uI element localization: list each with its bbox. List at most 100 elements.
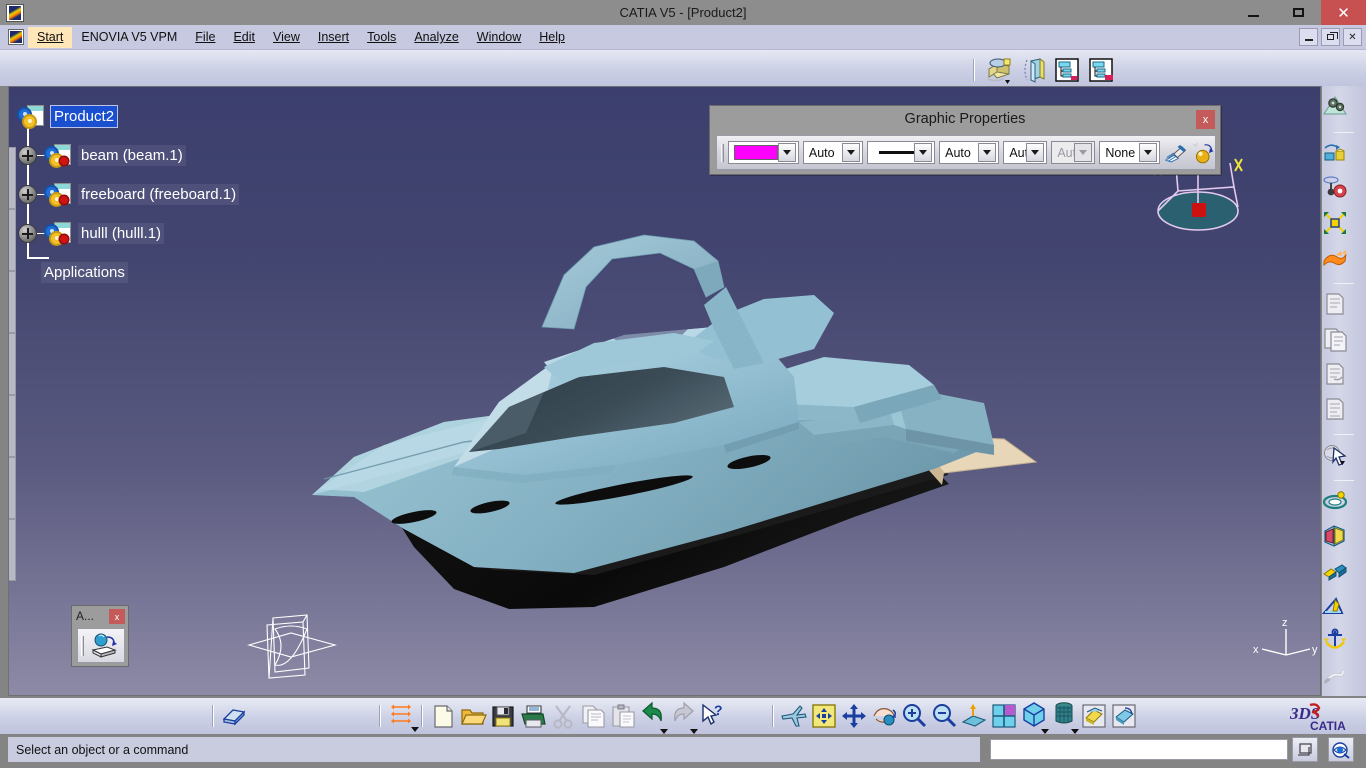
mini-toolbar-close-button[interactable]: x: [109, 609, 125, 624]
quick-info-button[interactable]: [1328, 737, 1354, 762]
existing-component-with-positioning-icon[interactable]: [1322, 326, 1348, 352]
fit-all-in-icon[interactable]: [810, 702, 838, 730]
specification-tree[interactable]: Product2 beam (beam.1) freeboard (freebo…: [19, 97, 240, 292]
pan-icon[interactable]: [840, 702, 868, 730]
window-minimize-button[interactable]: [1231, 0, 1276, 25]
offset-constraint-icon[interactable]: [1322, 558, 1348, 584]
apply-material-icon[interactable]: [1192, 141, 1215, 165]
fill-color-swatch[interactable]: [733, 145, 778, 160]
window-maximize-button[interactable]: [1276, 0, 1321, 25]
redo-icon[interactable]: [669, 700, 697, 728]
print-icon[interactable]: [519, 702, 547, 730]
copy-icon[interactable]: [579, 702, 607, 730]
wireframe-construction-geometry[interactable]: [245, 605, 340, 685]
normal-view-icon[interactable]: [960, 702, 988, 730]
document-restore-button[interactable]: [1321, 28, 1340, 46]
chevron-down-icon[interactable]: [690, 728, 698, 734]
hide-show-icon[interactable]: [1080, 702, 1108, 730]
cut-icon[interactable]: [549, 702, 577, 730]
menu-item-start[interactable]: Start: [28, 26, 73, 48]
open-icon[interactable]: [459, 702, 487, 730]
toolbar-grip[interactable]: [721, 143, 724, 162]
rendering-style-combo[interactable]: None: [1099, 141, 1161, 164]
new-icon[interactable]: [429, 702, 457, 730]
apply-material-icon[interactable]: [87, 631, 121, 661]
fill-color-dropdown-arrow[interactable]: [777, 143, 796, 162]
fit-all-in-icon[interactable]: [1322, 140, 1348, 166]
save-icon[interactable]: [489, 702, 517, 730]
zoom-out-icon[interactable]: [930, 702, 958, 730]
paste-icon[interactable]: [609, 702, 637, 730]
menu-item-view[interactable]: View: [264, 27, 309, 48]
menu-item-window[interactable]: Window: [468, 27, 530, 48]
whats-this-icon[interactable]: ?: [699, 702, 727, 730]
constraints-creation-icon[interactable]: [387, 700, 415, 728]
apply-material-mini-toolbar[interactable]: A... x: [71, 605, 129, 667]
tree-node-applications[interactable]: Applications: [41, 253, 239, 292]
tree-node-freeboard[interactable]: freeboard (freeboard.1): [19, 175, 240, 214]
tree-label-freeboard[interactable]: freeboard (freeboard.1): [78, 184, 240, 205]
update-all-icon[interactable]: [1322, 94, 1348, 120]
graphic-properties-close-button[interactable]: x: [1196, 110, 1215, 129]
product-structure-tools-icon[interactable]: [984, 55, 1014, 85]
rotate-icon[interactable]: [870, 702, 898, 730]
graph-tree-reordering-icon[interactable]: [1322, 396, 1348, 422]
tree-expand-hulll-icon[interactable]: [19, 225, 36, 242]
shading-group[interactable]: [1049, 700, 1079, 734]
line-type-dropdown-arrow[interactable]: [914, 143, 933, 162]
document-minimize-button[interactable]: [1299, 28, 1318, 46]
replace-component-icon[interactable]: [1322, 361, 1348, 387]
swap-visible-space-icon[interactable]: [1110, 702, 1138, 730]
painter-brush-icon[interactable]: [1164, 141, 1187, 165]
chevron-down-icon[interactable]: [1041, 728, 1049, 734]
transparency-dropdown-arrow[interactable]: [842, 143, 861, 162]
menu-item-analyze[interactable]: Analyze: [405, 27, 467, 48]
shading-with-edges-icon[interactable]: [1050, 700, 1078, 728]
fly-mode-icon[interactable]: [780, 702, 808, 730]
line-weight-combo[interactable]: Auto: [939, 141, 1000, 164]
window-close-button[interactable]: ✕: [1321, 0, 1366, 25]
tree-label-product2[interactable]: Product2: [49, 105, 119, 128]
graphic-properties-dialog[interactable]: Graphic Properties x Auto Auto Aut Aut N…: [709, 105, 1221, 175]
power-input-button[interactable]: [1292, 737, 1318, 762]
selection-pointer-icon[interactable]: [1322, 442, 1348, 468]
isometric-view-icon[interactable]: [1020, 700, 1048, 728]
tree-label-hulll[interactable]: hulll (hulll.1): [78, 223, 165, 244]
document-close-button[interactable]: ✕: [1343, 28, 1362, 46]
point-symbol-combo[interactable]: Aut: [1003, 141, 1048, 164]
menu-item-insert[interactable]: Insert: [309, 27, 358, 48]
scene-browser-icon[interactable]: [220, 702, 248, 730]
tree-label-applications[interactable]: Applications: [41, 262, 128, 283]
tree-label-beam[interactable]: beam (beam.1): [78, 145, 186, 166]
3d-viewport[interactable]: Product2 beam (beam.1) freeboard (freebo…: [8, 86, 1321, 696]
undo-icon[interactable]: [639, 700, 667, 728]
menu-item-file[interactable]: File: [186, 27, 224, 48]
tree-node-hulll[interactable]: hulll (hulll.1): [19, 214, 239, 253]
command-input[interactable]: [990, 739, 1288, 760]
selective-load-icon[interactable]: [1086, 55, 1116, 85]
redo-group[interactable]: [668, 700, 698, 734]
tree-expand-freeboard-icon[interactable]: [19, 186, 36, 203]
manipulation-icon[interactable]: [1322, 175, 1348, 201]
transparency-combo[interactable]: Auto: [802, 141, 864, 164]
menu-item-help[interactable]: Help: [530, 27, 574, 48]
fix-component-icon[interactable]: [1322, 628, 1348, 654]
fill-color-combo[interactable]: [727, 141, 799, 164]
chevron-down-icon[interactable]: [1071, 728, 1079, 734]
menu-item-enovia[interactable]: ENOVIA V5 VPM: [72, 27, 186, 48]
manage-representations-icon[interactable]: [1018, 55, 1048, 85]
line-weight-dropdown-arrow[interactable]: [978, 143, 997, 162]
fix-together-icon[interactable]: [1322, 663, 1348, 689]
isometric-view-group[interactable]: [1019, 700, 1049, 734]
tree-expand-beam-icon[interactable]: [19, 147, 36, 164]
contact-constraint-icon[interactable]: [1322, 523, 1348, 549]
toolbar-grip[interactable]: [81, 635, 84, 656]
undo-group[interactable]: [638, 700, 668, 734]
generate-numbering-icon[interactable]: [1052, 55, 1082, 85]
chevron-down-icon[interactable]: [411, 726, 419, 732]
multi-view-icon[interactable]: [990, 702, 1018, 730]
flexible-rigid-icon[interactable]: [1322, 245, 1348, 271]
zoom-in-icon[interactable]: [900, 702, 928, 730]
tree-node-product2[interactable]: Product2: [19, 97, 239, 136]
rendering-style-dropdown-arrow[interactable]: [1139, 143, 1158, 162]
